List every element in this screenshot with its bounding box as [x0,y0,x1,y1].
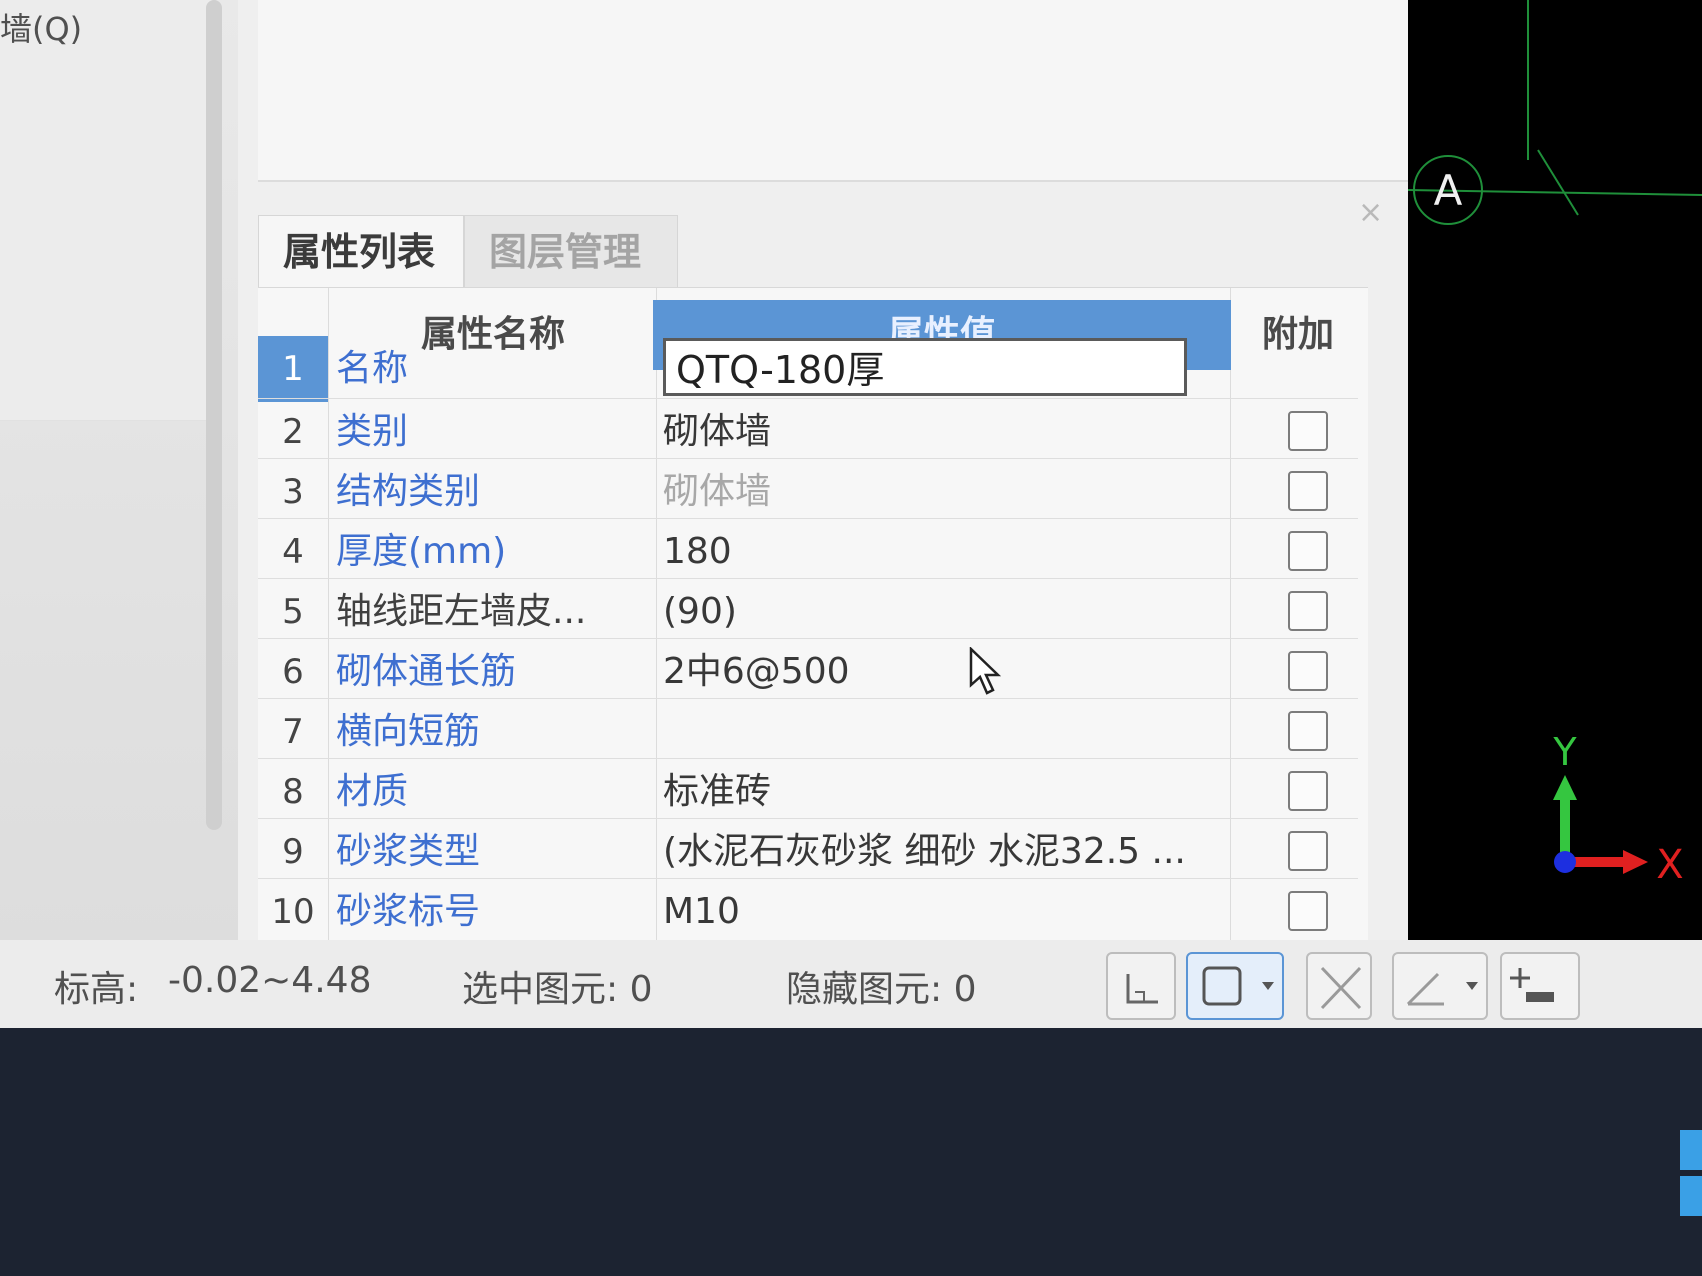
property-value[interactable]: M10 [663,879,1223,945]
elevation-value: -0.02~4.48 [168,960,372,1001]
table-row[interactable]: 4 厚度(mm) 180 [258,518,1358,585]
tree-row[interactable] [0,140,214,211]
grid-line [1537,149,1579,216]
property-value[interactable]: 2中6@500 [663,639,1223,705]
table-row[interactable]: 2 类别 砌体墙 [258,398,1358,465]
angle-tool-button[interactable] [1392,952,1488,1020]
tab-property-list[interactable]: 属性列表 [258,215,464,287]
row-number: 9 [282,832,304,872]
corner-tool-icon [1126,974,1158,1004]
property-grid: 属性名称 属性值 附加 1 名称 QTQ-180厚 2 类别 砌体墙 3 结构类… [258,287,1368,1023]
extra-checkbox[interactable] [1288,531,1328,571]
property-value[interactable]: 标准砖 [663,759,1223,825]
component-tree-panel: 墙(Q) [0,0,238,1022]
row-number: 3 [282,472,304,512]
property-name: 材质 [336,771,409,812]
property-value[interactable]: 砌体墙 [663,399,1223,465]
table-row[interactable]: 5 轴线距左墙皮... (90) [258,578,1358,645]
tab-layer-management[interactable]: 图层管理 [464,215,678,287]
x-axis-label: X [1656,842,1683,888]
property-value[interactable]: (90) [663,579,1223,645]
angle-tool-icon [1406,972,1478,1006]
tree-scrollbar[interactable] [206,0,222,830]
y-axis-label: Y [1552,730,1577,774]
property-panel: × 属性列表 图层管理 属性名称 属性值 附加 1 名称 QTQ-180厚 2 … [238,0,1520,1023]
property-name: 横向短筋 [336,711,481,752]
windows-logo-icon[interactable] [1640,1130,1702,1220]
tree-row[interactable] [0,280,214,351]
property-name: 砌体通长筋 [336,651,517,692]
row-number: 1 [258,336,328,402]
hidden-count: 隐藏图元: 0 [786,969,977,1010]
viewport-canvas: A Y X [1408,0,1702,888]
extra-checkbox[interactable] [1288,651,1328,691]
property-value[interactable]: 180 [663,519,1223,585]
table-row[interactable]: 7 横向短筋 [258,698,1358,765]
property-value[interactable] [663,699,1223,765]
extra-checkbox[interactable] [1288,411,1328,451]
elevation-label: 标高: [54,969,139,1010]
row-number: 7 [282,712,304,752]
property-name: 结构类别 [336,471,481,512]
cursor-icon [969,647,1002,695]
row-number: 4 [282,532,304,572]
rect-select-icon [1202,966,1274,1006]
table-row[interactable]: 3 结构类别 砌体墙 [258,458,1358,525]
corner-tool-button[interactable] [1106,952,1176,1020]
plus-minus-button[interactable] [1500,952,1580,1020]
extra-checkbox[interactable] [1288,711,1328,751]
extra-checkbox[interactable] [1288,891,1328,931]
tree-item-label: 墙(Q) [0,10,83,48]
property-name: 砂浆标号 [336,891,481,932]
cross-icon [1320,966,1362,1010]
table-row[interactable]: 10 砂浆标号 M10 [258,878,1358,945]
rect-select-button[interactable] [1186,952,1284,1020]
preview-area [258,0,1418,182]
cross-tool-button[interactable] [1306,952,1372,1020]
table-row[interactable]: 6 砌体通长筋 2中6@500 [258,638,1358,705]
property-value: 砌体墙 [663,471,772,512]
desktop-taskbar [0,1028,1702,1276]
row-number: 8 [282,772,304,812]
property-value-cell[interactable]: QTQ-180厚 [663,336,1223,402]
row-number: 5 [282,592,304,632]
extra-checkbox[interactable] [1288,771,1328,811]
table-row[interactable]: 1 名称 QTQ-180厚 [258,336,1358,402]
status-bar: 标高: -0.02~4.48 选中图元: 0 隐藏图元: 0 [0,940,1702,1028]
property-name: 厚度(mm) [336,531,507,572]
property-name: 名称 [336,348,409,389]
row-number: 2 [282,412,304,452]
table-row[interactable]: 8 材质 标准砖 [258,758,1358,825]
name-edit-field[interactable]: QTQ-180厚 [663,338,1187,396]
axis-label: A [1434,166,1463,215]
tree-row[interactable] [0,70,214,141]
table-row[interactable]: 9 砂浆类型 (水泥石灰砂浆 细砂 水泥32.5 ... [258,818,1358,885]
tree-row-wall[interactable]: 墙(Q) [0,0,214,71]
row-number: 10 [271,892,315,932]
property-value[interactable]: (水泥石灰砂浆 细砂 水泥32.5 ... [663,819,1223,885]
row-number: 6 [282,652,304,692]
extra-checkbox[interactable] [1288,831,1328,871]
extra-checkbox[interactable] [1288,471,1328,511]
selected-count: 选中图元: 0 [462,969,653,1010]
plus-minus-icon [1510,968,1554,1002]
property-name: 砂浆类型 [336,831,481,872]
x-axis-arrowhead [1623,850,1648,874]
y-axis-arrowhead [1553,775,1577,800]
cad-viewport[interactable]: A Y X [1408,0,1702,942]
origin-marker [1554,851,1576,873]
close-icon[interactable]: × [1358,195,1383,230]
extra-checkbox[interactable] [1288,591,1328,631]
tree-row[interactable] [0,350,214,421]
tree-row[interactable] [0,210,214,281]
property-name: 轴线距左墙皮... [336,591,587,632]
property-name: 类别 [336,411,409,452]
